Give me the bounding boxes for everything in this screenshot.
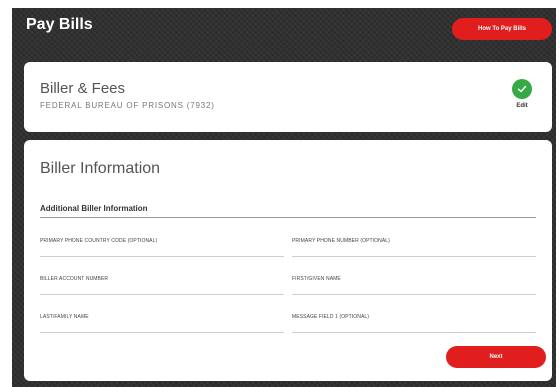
message-field-1: MESSAGE FIELD 1 (OPTIONAL): [292, 311, 536, 333]
edit-link[interactable]: Edit: [507, 103, 537, 109]
field-label: PRIMARY PHONE NUMBER (OPTIONAL): [292, 238, 390, 244]
field-label: LAST/FAMILY NAME: [40, 314, 89, 320]
how-to-pay-bills-button[interactable]: How To Pay Bills: [452, 18, 552, 40]
biller-name: FEDERAL BUREAU OF PRISONS (7932): [40, 101, 215, 110]
additional-info-heading: Additional Biller Information: [40, 204, 148, 213]
first-name-input[interactable]: [292, 283, 536, 294]
account-number-input[interactable]: [40, 283, 284, 294]
field-label: MESSAGE FIELD 1 (OPTIONAL): [292, 314, 370, 320]
phone-number-input[interactable]: [292, 245, 536, 256]
phone-number-field: PRIMARY PHONE NUMBER (OPTIONAL): [292, 235, 536, 257]
page-background: Pay Bills How To Pay Bills Biller & Fees…: [12, 8, 556, 387]
account-number-field: BILLER ACCOUNT NUMBER: [40, 273, 284, 295]
field-label: FIRST/GIVEN NAME: [292, 276, 341, 282]
last-name-field: LAST/FAMILY NAME: [40, 311, 284, 333]
phone-country-code-input[interactable]: [40, 245, 284, 256]
first-name-field: FIRST/GIVEN NAME: [292, 273, 536, 295]
section-divider: [40, 217, 536, 218]
biller-fees-card: Biller & Fees FEDERAL BUREAU OF PRISONS …: [24, 62, 552, 132]
message-field-1-input[interactable]: [292, 321, 536, 332]
checkmark-glyph: [517, 85, 527, 93]
last-name-input[interactable]: [40, 321, 284, 332]
biller-fees-title: Biller & Fees: [40, 80, 126, 97]
phone-country-code-field: PRIMARY PHONE COUNTRY CODE (OPTIONAL): [40, 235, 284, 257]
next-button[interactable]: Next: [446, 346, 546, 368]
page-title: Pay Bills: [26, 16, 93, 33]
field-label: BILLER ACCOUNT NUMBER: [40, 276, 109, 282]
check-icon: [512, 79, 532, 99]
biller-information-card: Biller Information Additional Biller Inf…: [24, 140, 552, 381]
field-label: PRIMARY PHONE COUNTRY CODE (OPTIONAL): [40, 238, 158, 244]
biller-information-title: Biller Information: [40, 160, 161, 177]
